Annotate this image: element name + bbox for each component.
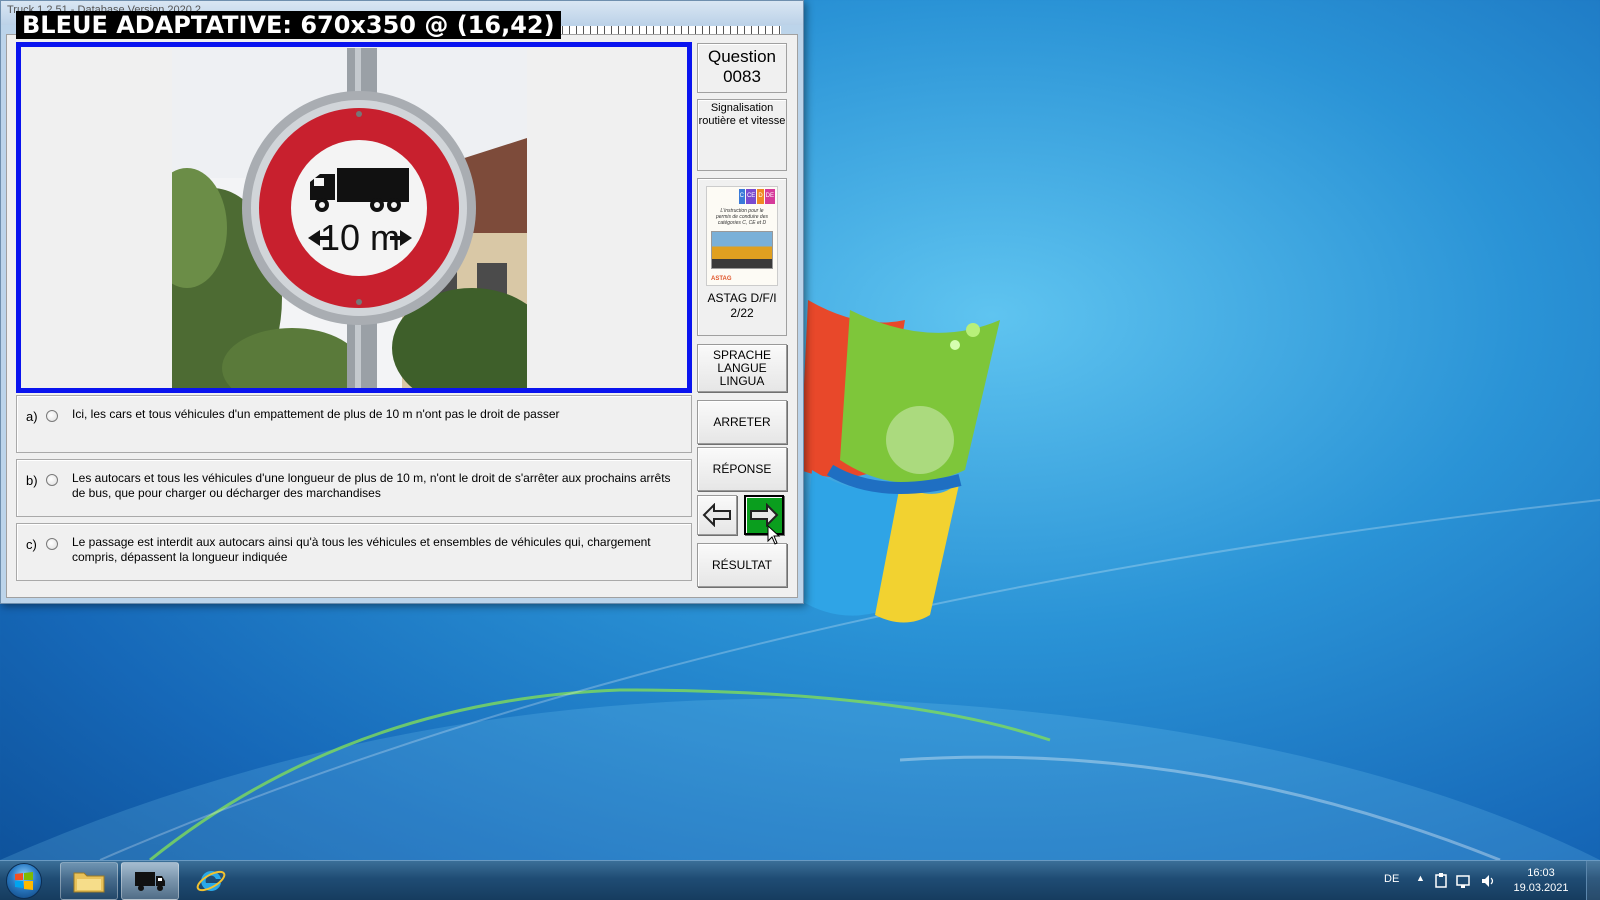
arrow-left-icon [702, 503, 731, 527]
mouse-cursor-icon [767, 525, 781, 545]
result-button[interactable]: RÉSULTAT [697, 543, 787, 587]
question-number: 0083 [723, 67, 761, 86]
book-cover-bus-photo [711, 231, 773, 269]
folder-icon [73, 872, 105, 893]
answer-letter: c) [26, 537, 37, 552]
action-center-icon[interactable] [1434, 873, 1448, 889]
answer-letter: b) [26, 473, 38, 488]
internet-explorer-icon [196, 870, 226, 892]
window-client-area: 10 m a) Ici, les cars et tous véhicules … [6, 34, 798, 598]
keyboard-language-indicator[interactable]: DE [1384, 873, 1399, 885]
tray-expand-icon[interactable]: ▲ [1416, 873, 1425, 883]
windows-logo-wallpaper [800, 300, 1000, 623]
answer-text: Ici, les cars et tous véhicules d'un emp… [72, 407, 560, 421]
book-badge: DE [764, 189, 775, 204]
question-number-panel: Question 0083 [697, 43, 787, 93]
truck-app-icon [135, 872, 165, 891]
answer-radio-a[interactable] [46, 410, 58, 422]
question-category: Signalisation routière et vitesse [698, 102, 786, 127]
book-badge: C [738, 189, 745, 204]
book-caption-title: ASTAG D/F/I [707, 291, 777, 305]
clock-date: 19.03.2021 [1513, 882, 1569, 894]
book-caption: ASTAG D/F/I 2/22 [698, 291, 786, 321]
sign-distance-text: 10 m [320, 217, 400, 258]
book-caption-edition: 2/22 [730, 306, 754, 320]
book-badge: D [757, 189, 764, 204]
answer-option-c[interactable]: c) Le passage est interdit aux autocars … [16, 523, 692, 581]
answer-text: Les autocars et tous les véhicules d'une… [72, 471, 671, 500]
clock-time: 16:03 [1527, 867, 1555, 879]
book-cover-title: L'instruction pour le permis de conduire… [716, 208, 768, 226]
windows-start-icon [15, 872, 33, 890]
network-icon[interactable] [1456, 873, 1472, 889]
stop-button[interactable]: ARRETER [697, 400, 787, 444]
detection-overlay-label: BLEUE ADAPTATIVE: 670x350 @ (16,42) [16, 11, 561, 39]
question-label: Question [707, 47, 777, 66]
language-button[interactable]: SPRACHE LANGUE LINGUA [697, 344, 787, 392]
answer-radio-c[interactable] [46, 538, 58, 550]
show-answer-button[interactable]: RÉPONSE [697, 447, 787, 491]
category-panel: Signalisation routière et vitesse [697, 99, 787, 171]
answer-radio-b[interactable] [46, 474, 58, 486]
volume-icon[interactable] [1480, 873, 1496, 889]
taskbar: DE ▲ 16:03 19.03.2021 [0, 860, 1600, 900]
answer-option-a[interactable]: a) Ici, les cars et tous véhicules d'un … [16, 395, 692, 453]
book-badge: CE [745, 189, 757, 204]
previous-question-button[interactable] [697, 495, 737, 535]
answer-text: Le passage est interdit aux autocars ain… [72, 535, 651, 564]
language-label-fr: LANGUE [717, 360, 767, 375]
system-clock[interactable]: 16:03 19.03.2021 [1508, 866, 1574, 896]
book-cover-image: C CE D DE L'instruction pour le permis d… [706, 186, 778, 286]
taskbar-truck-app-button[interactable] [121, 862, 179, 900]
language-label-it: LINGUA [719, 373, 765, 388]
answer-letter: a) [26, 409, 38, 424]
book-panel: C CE D DE L'instruction pour le permis d… [697, 178, 787, 336]
language-label-de: SPRACHE [712, 347, 771, 362]
taskbar-explorer-button[interactable] [60, 862, 118, 900]
road-sign-photo: 10 m [172, 48, 527, 388]
book-cover-publisher: ASTAG [711, 276, 732, 282]
question-image-frame: 10 m [16, 42, 692, 393]
show-desktop-button[interactable] [1586, 861, 1600, 900]
answer-option-b[interactable]: b) Les autocars et tous les véhicules d'… [16, 459, 692, 517]
arrow-right-icon [750, 503, 779, 527]
quiz-app-window: Truck 1.2.51 - Database Version 2020.2 1… [0, 0, 804, 604]
taskbar-ie-button[interactable] [182, 862, 240, 900]
start-button[interactable] [6, 863, 42, 899]
